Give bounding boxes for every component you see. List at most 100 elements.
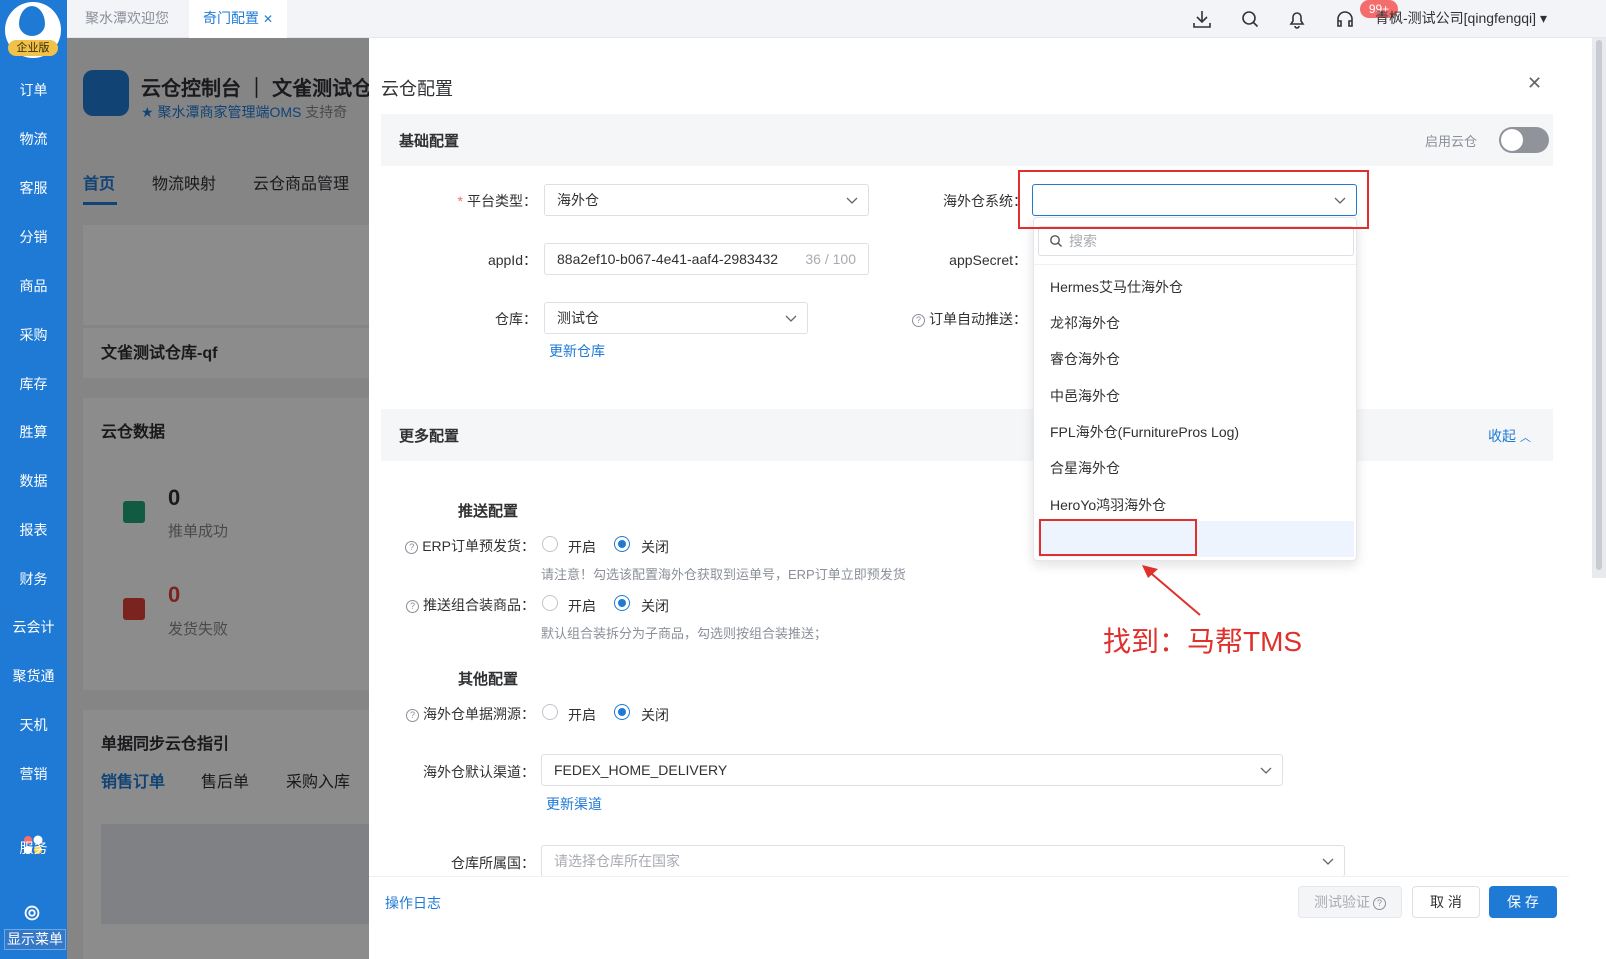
close-tab-icon[interactable]: ✕ [263,12,273,26]
more-section-header: 更多配置 收起 ︿ [381,409,1553,461]
sidebar-item-purchase[interactable]: 采购 [0,325,67,345]
push-combo-close-label[interactable]: 关闭 [641,596,669,616]
sidebar-item-tianji[interactable]: 天机 [0,715,67,735]
overseas-system-dropdown: 搜索 Hermes艾马仕海外仓 龙祁海外仓 睿仓海外仓 中邑海外仓 FPL海外仓… [1033,217,1357,561]
option-longqi[interactable]: 龙祁海外仓 [1050,313,1120,333]
push-combo-label: ? 推送组合装商品： [399,595,535,615]
help-icon[interactable]: ? [406,709,419,722]
drawer-footer: 操作日志 测试验证? 取 消 保 存 [369,876,1569,959]
sidebar-item-cloud-accounting[interactable]: 云会计 [0,617,67,637]
option-ruicang[interactable]: 睿仓海外仓 [1050,349,1120,369]
dropdown-search-input[interactable]: 搜索 [1038,226,1354,256]
basic-section-header: 基础配置 启用云仓 [381,114,1553,166]
operation-log-link[interactable]: 操作日志 [385,893,441,913]
basic-section-title: 基础配置 [399,133,460,150]
platform-type-text: 平台类型： [467,193,537,209]
headset-icon[interactable] [1334,8,1356,30]
toggle-knob [1501,129,1523,151]
drawer-title: 云仓配置 [381,79,453,99]
option-hexing[interactable]: 合星海外仓 [1050,458,1120,478]
user-menu[interactable]: 青枫-测试公司[qingfengqi] ▾ [1375,8,1547,28]
sidebar-item-distribution[interactable]: 分销 [0,227,67,247]
option-fpl[interactable]: FPL海外仓(FurniturePros Log) [1050,422,1239,442]
update-warehouse-link[interactable]: 更新仓库 [549,341,605,361]
push-combo-open-label[interactable]: 开启 [568,596,596,616]
tab-welcome[interactable]: 聚水潭欢迎您 [71,0,183,38]
option-hermes[interactable]: Hermes艾马仕海外仓 [1050,277,1183,297]
tab-qimen-config[interactable]: 奇门配置 ✕ [189,0,288,38]
cancel-button[interactable]: 取 消 [1412,886,1480,918]
erp-presend-close-radio[interactable] [614,536,630,552]
chevron-down-icon [1322,858,1334,865]
push-combo-close-radio[interactable] [614,595,630,611]
warehouse-label: 仓库： [495,311,537,327]
tab-label: 奇门配置 [203,10,259,26]
platform-type-select[interactable]: 海外仓 [544,184,869,216]
help-icon[interactable]: ? [406,600,419,613]
sidebar-item-products[interactable]: 商品 [0,276,67,296]
download-icon[interactable] [1191,8,1213,30]
user-name: 青枫-测试公司[qingfengqi] [1375,10,1537,26]
update-channel-link[interactable]: 更新渠道 [546,794,602,814]
platform-type-value: 海外仓 [557,192,599,208]
search-icon [1050,235,1062,247]
chevron-down-icon [846,197,858,204]
country-select[interactable]: 请选择仓库所在国家 [541,845,1345,877]
country-placeholder: 请选择仓库所在国家 [554,853,680,869]
appid-input[interactable]: 88a2ef10-b067-4e41-aaf4-2983432 36 / 100 [544,243,869,275]
close-icon[interactable]: ✕ [1527,73,1542,94]
collapse-text: 收起 [1488,428,1516,444]
appid-value: 88a2ef10-b067-4e41-aaf4-2983432 [557,251,779,267]
chevron-up-icon: ︿ [1519,432,1531,444]
show-menu-button[interactable]: 显示菜单 [4,929,66,950]
trace-close-label[interactable]: 关闭 [641,705,669,725]
overseas-system-label: 海外仓系统： [943,193,1027,209]
erp-presend-open-label[interactable]: 开启 [568,537,596,557]
push-combo-open-radio[interactable] [542,595,558,611]
trace-open-radio[interactable] [542,704,558,720]
gear-icon[interactable] [21,902,43,924]
erp-presend-close-label[interactable]: 关闭 [641,537,669,557]
help-icon[interactable]: ? [912,314,925,327]
enable-toggle-label: 启用云仓 [1425,134,1478,149]
test-verify-label: 测试验证 [1314,894,1370,910]
sidebar-item-shengsuan[interactable]: 胜算 [0,422,67,442]
warehouse-select[interactable]: 测试仓 [544,302,808,334]
sidebar-item-inventory[interactable]: 库存 [0,374,67,394]
default-channel-select[interactable]: FEDEX_HOME_DELIVERY [541,754,1283,786]
modal-overlay[interactable] [67,38,369,959]
warehouse-value: 测试仓 [557,310,599,326]
bell-icon[interactable] [1286,8,1308,30]
enterprise-tag: 企业版 [8,40,58,56]
collapse-link[interactable]: 收起 ︿ [1488,426,1531,446]
test-verify-button[interactable]: 测试验证? [1298,886,1402,918]
search-icon[interactable] [1239,8,1261,30]
option-heroyo[interactable]: HeroYo鸿羽海外仓 [1050,495,1166,515]
save-button[interactable]: 保 存 [1489,886,1557,918]
help-icon[interactable]: ? [405,541,419,554]
sidebar-item-marketing[interactable]: 营销 [0,764,67,784]
sidebar-item-juhuotong[interactable]: 聚货通 [0,666,67,686]
top-bar: 聚水潭欢迎您 奇门配置 ✕ 99+ 青枫-测试公司[qingfengqi] ▾ [67,0,1606,38]
chevron-down-icon [1260,767,1272,774]
scrollbar-thumb[interactable] [1596,40,1602,570]
country-label: 仓库所属国： [451,855,535,871]
platform-type-label: * 平台类型： [429,191,537,211]
default-channel-value: FEDEX_HOME_DELIVERY [554,762,728,778]
trace-open-label[interactable]: 开启 [568,705,596,725]
sidebar-item-orders[interactable]: 订单 [0,80,67,100]
auto-push-text: 订单自动推送： [929,311,1027,327]
option-zhongyi[interactable]: 中邑海外仓 [1050,386,1120,406]
dropdown-divider [1034,264,1356,265]
sidebar-item-data[interactable]: 数据 [0,471,67,491]
sidebar-item-reports[interactable]: 报表 [0,520,67,540]
sidebar-item-finance[interactable]: 财务 [0,569,67,589]
sidebar-item-services[interactable]: 服务 [0,838,67,858]
enable-toggle[interactable] [1499,127,1549,153]
default-channel-label: 海外仓默认渠道： [423,764,535,780]
trace-close-radio[interactable] [614,704,630,720]
sidebar-item-logistics[interactable]: 物流 [0,129,67,149]
sidebar-item-service[interactable]: 客服 [0,178,67,198]
erp-presend-open-radio[interactable] [542,536,558,552]
appsecret-label: appSecret： [949,252,1027,268]
